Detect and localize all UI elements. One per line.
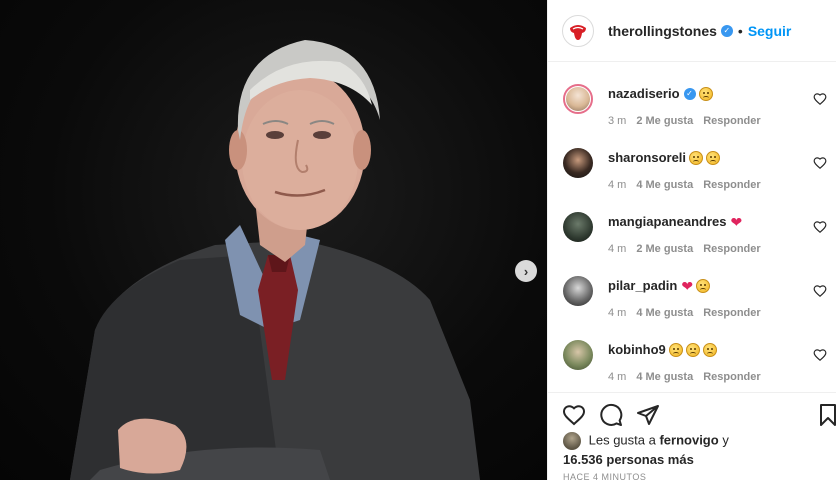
comment-time[interactable]: 3 m <box>608 115 626 127</box>
comment-like-heart-icon[interactable] <box>813 284 827 298</box>
header-separator: • <box>737 22 743 39</box>
sad-face-emoji-icon <box>698 86 713 101</box>
comment-item: kobinho9 4 m 4 Me gusta Responder <box>548 336 836 400</box>
liker-username[interactable]: fernovigo <box>659 432 718 447</box>
reply-button[interactable]: Responder <box>703 307 760 319</box>
post-side-panel: therollingstones ✓ • Seguir nazadiserio … <box>547 0 836 480</box>
comment-avatar[interactable] <box>563 276 593 306</box>
comment-like-heart-icon[interactable] <box>813 92 827 106</box>
next-photo-button[interactable]: › <box>515 260 537 282</box>
comment-like-heart-icon[interactable] <box>813 348 827 362</box>
liked-by-prefix: Les gusta a <box>588 432 656 448</box>
comment-item: mangiapaneandres ❤ 4 m 2 Me gusta Respon… <box>548 208 836 272</box>
comment-username-text[interactable]: sharonsoreli <box>608 150 686 165</box>
post-timestamp: HACE 4 MINUTOS <box>563 472 647 480</box>
comment-likes[interactable]: 2 Me gusta <box>636 115 693 127</box>
sad-face-emoji-icon <box>696 278 711 293</box>
portrait-illustration <box>70 40 480 480</box>
reply-button[interactable]: Responder <box>703 115 760 127</box>
comment-avatar[interactable] <box>563 84 593 114</box>
sad-face-emoji-icon <box>702 342 717 357</box>
verified-badge-icon: ✓ <box>683 87 696 100</box>
reply-button[interactable]: Responder <box>703 243 760 255</box>
comment-item: nazadiserio ✓ 3 m 2 Me gusta Responder <box>548 80 836 144</box>
comment-bubble-icon[interactable] <box>599 403 623 427</box>
comment-like-heart-icon[interactable] <box>813 220 827 234</box>
comment-username[interactable]: sharonsoreli <box>608 150 721 165</box>
comment-item: sharonsoreli 4 m 4 Me gusta Responder <box>548 144 836 208</box>
sad-face-emoji-icon <box>689 150 704 165</box>
comment-username[interactable]: pilar_padin ❤ <box>608 277 711 294</box>
comment-avatar[interactable] <box>563 340 593 370</box>
comment-meta: 4 m 4 Me gusta Responder <box>608 179 761 191</box>
comment-likes[interactable]: 4 Me gusta <box>636 179 693 191</box>
comment-meta: 4 m 4 Me gusta Responder <box>608 371 761 383</box>
comment-username[interactable]: mangiapaneandres ❤ <box>608 214 742 229</box>
like-heart-icon[interactable] <box>562 403 586 427</box>
comment-meta: 4 m 2 Me gusta Responder <box>608 243 761 255</box>
comment-username-text[interactable]: nazadiserio <box>608 86 680 101</box>
comment-time[interactable]: 4 m <box>608 243 626 255</box>
comment-avatar[interactable] <box>563 148 593 178</box>
bookmark-save-icon[interactable] <box>816 403 836 427</box>
red-heart-emoji-icon: ❤ <box>681 277 694 294</box>
comment-likes[interactable]: 4 Me gusta <box>636 307 693 319</box>
comment-time[interactable]: 4 m <box>608 371 626 383</box>
comment-meta: 3 m 2 Me gusta Responder <box>608 115 761 127</box>
comment-time[interactable]: 4 m <box>608 179 626 191</box>
comment-item: pilar_padin ❤ 4 m 4 Me gusta Responder <box>548 272 836 336</box>
comment-time[interactable]: 4 m <box>608 307 626 319</box>
comment-like-heart-icon[interactable] <box>813 156 827 170</box>
comment-username-text[interactable]: mangiapaneandres <box>608 214 727 229</box>
paper-plane-share-icon[interactable] <box>636 403 660 427</box>
reply-button[interactable]: Responder <box>703 179 760 191</box>
post-action-bar <box>548 392 836 437</box>
red-heart-emoji-icon: ❤ <box>730 213 743 230</box>
liker-avatar[interactable] <box>563 432 581 450</box>
comment-username-text[interactable]: kobinho9 <box>608 342 666 357</box>
rolling-stones-tongue-icon <box>570 24 586 40</box>
likes-count[interactable]: 16.536 personas más <box>563 452 694 467</box>
sad-face-emoji-icon <box>668 342 683 357</box>
liked-by-conjunction: y <box>722 432 729 448</box>
comment-meta: 4 m 4 Me gusta Responder <box>608 307 761 319</box>
liked-by-summary: Les gusta a fernovigo y 16.536 personas … <box>563 432 729 467</box>
follow-button[interactable]: Seguir <box>748 23 792 39</box>
reply-button[interactable]: Responder <box>703 371 760 383</box>
comment-avatar[interactable] <box>563 212 593 242</box>
comment-username-text[interactable]: pilar_padin <box>608 278 677 293</box>
verified-badge-icon: ✓ <box>720 24 733 37</box>
post-header: therollingstones ✓ • Seguir <box>548 0 836 62</box>
comment-likes[interactable]: 2 Me gusta <box>636 243 693 255</box>
account-username[interactable]: therollingstones <box>608 23 717 39</box>
account-avatar[interactable] <box>562 14 594 47</box>
post-photo[interactable]: › <box>0 0 547 480</box>
comment-likes[interactable]: 4 Me gusta <box>636 371 693 383</box>
comment-username[interactable]: kobinho9 <box>608 342 717 357</box>
comments-list: nazadiserio ✓ 3 m 2 Me gusta Responder s… <box>548 62 836 392</box>
sad-face-emoji-icon <box>685 342 700 357</box>
sad-face-emoji-icon <box>706 150 721 165</box>
comment-username[interactable]: nazadiserio ✓ <box>608 86 713 101</box>
